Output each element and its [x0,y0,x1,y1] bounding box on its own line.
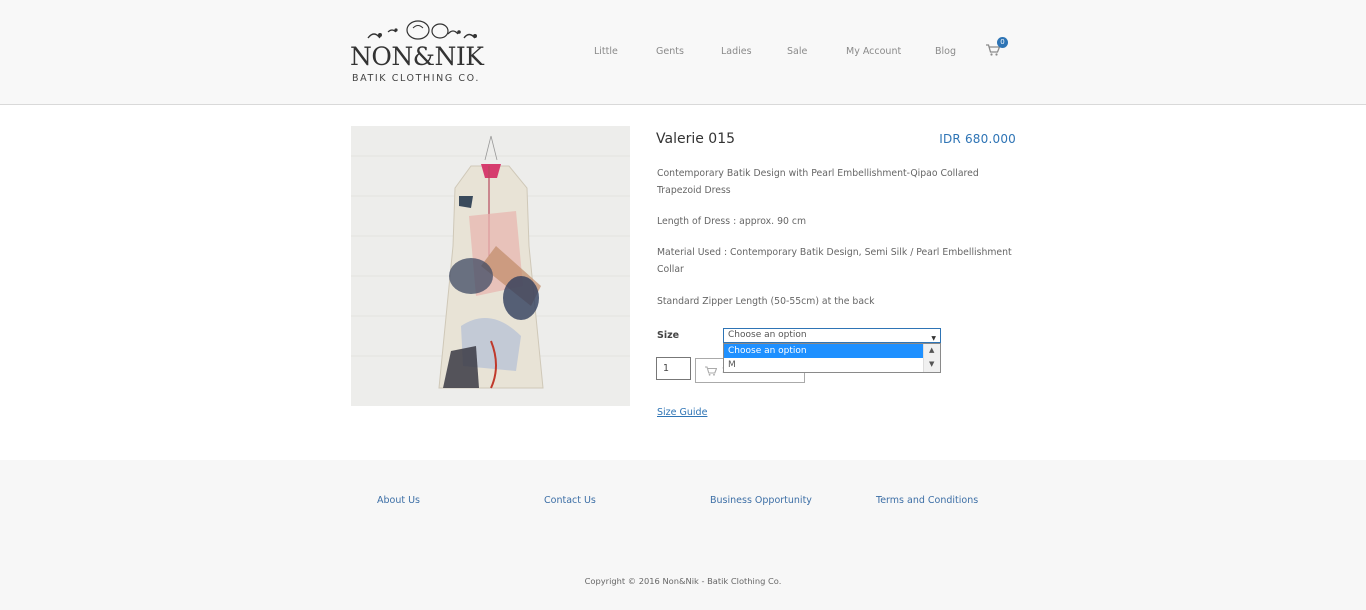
options-scrollbar[interactable]: ▲ ▼ [923,344,940,372]
scroll-up-icon[interactable]: ▲ [929,346,934,354]
nav-item-sale[interactable]: Sale [787,46,807,57]
nav-item-my-account[interactable]: My Account [846,46,901,57]
product-image[interactable] [351,126,630,406]
size-option[interactable]: M [724,358,923,372]
size-select-value: Choose an option [728,330,807,340]
description-paragraph: Length of Dress : approx. 90 cm [657,216,807,227]
brand-tagline: BATIK CLOTHING CO. [352,73,480,84]
scroll-down-icon[interactable]: ▼ [929,360,934,368]
footer-link-about-us[interactable]: About Us [377,495,420,506]
size-options-list: Choose an option M ▲ ▼ [723,343,941,373]
site-footer: About Us Contact Us Business Opportunity… [0,460,1366,610]
cart-count-badge: 0 [997,37,1008,48]
description-paragraph: Contemporary Batik Design with Pearl Emb… [657,168,979,196]
copyright-text: Copyright © 2016 Non&Nik - Batik Clothin… [584,576,782,586]
dress-illustration [351,126,630,406]
description-paragraph: Material Used : Contemporary Batik Desig… [657,247,1012,275]
footer-link-terms[interactable]: Terms and Conditions [876,495,978,506]
cart-icon [705,366,717,376]
nav-item-gents[interactable]: Gents [656,46,684,57]
size-label: Size [657,330,680,341]
footer-link-contact-us[interactable]: Contact Us [544,495,596,506]
product-title: Valerie 015 [656,131,736,147]
brand-name: NON&NIK [350,42,484,71]
footer-link-business-opportunity[interactable]: Business Opportunity [710,495,812,506]
description-paragraph: Standard Zipper Length (50-55cm) at the … [657,296,875,307]
site-logo[interactable]: NON&NIK BATIK CLOTHING CO. [350,18,490,86]
product-price: IDR 680.000 [939,132,1016,146]
size-option[interactable]: Choose an option [724,344,923,358]
nav-item-little[interactable]: Little [594,46,618,57]
nav-item-blog[interactable]: Blog [935,46,956,57]
site-header: NON&NIK BATIK CLOTHING CO. Little Gents … [0,0,1366,105]
quantity-input[interactable]: 1 [656,357,691,380]
birds-logo-icon [367,20,477,40]
size-select[interactable]: Choose an option ▼ [723,328,941,343]
size-guide-link[interactable]: Size Guide [657,407,707,418]
nav-item-ladies[interactable]: Ladies [721,46,752,57]
